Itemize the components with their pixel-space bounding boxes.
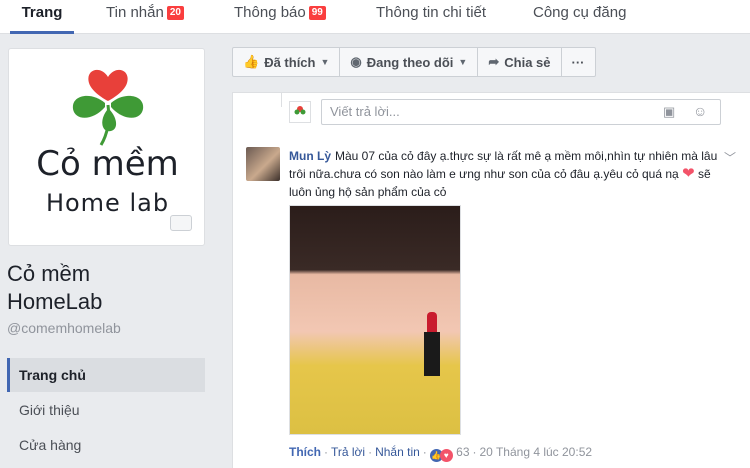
chevron-down-icon[interactable]: ﹀: [724, 149, 736, 166]
tab-notifications[interactable]: Thông báo 99: [234, 0, 326, 34]
comment-reply-link[interactable]: Trả lời: [331, 445, 365, 459]
more-icon: ···: [571, 54, 585, 70]
page-title[interactable]: Cỏ mềm HomeLab: [7, 260, 102, 316]
notifications-count-badge: 99: [308, 6, 326, 20]
camera-icon[interactable]: [170, 215, 192, 231]
liked-label: Đã thích: [264, 54, 316, 70]
liked-button[interactable]: 👍 Đã thích ▼: [233, 48, 341, 76]
clover-logo-icon: [72, 69, 144, 146]
following-button[interactable]: ◉ Đang theo dõi ▼: [340, 48, 479, 76]
comment-photo[interactable]: [289, 205, 461, 435]
comment-author[interactable]: Mun Lỳ: [289, 149, 331, 163]
logo-wordmark-bottom: Home lab: [45, 189, 170, 217]
page-action-bar: 👍 Đã thích ▼ ◉ Đang theo dõi ▼ ➦ Chia sẻ ···: [232, 47, 596, 77]
page-top-nav: Trang Tin nhắn 20 Thông báo 99 Thông tin c…: [0, 0, 750, 34]
chevron-down-icon: ▼: [458, 57, 468, 67]
tab-page[interactable]: Trang: [10, 0, 74, 34]
lipstick-image: [424, 312, 440, 376]
following-label: Đang theo dõi: [366, 54, 454, 70]
rss-icon: ◉: [350, 54, 362, 69]
logo-wordmark-top: Cỏ mềm: [36, 144, 179, 184]
page-avatar: [289, 101, 311, 123]
camera-icon[interactable]: ▣: [663, 104, 675, 120]
comment-message-link[interactable]: Nhắn tin: [375, 445, 420, 459]
post-comments-panel: Viết trả lời... ▣ ☺ Mun Lỳ Màu 07 của cỏ …: [232, 92, 750, 468]
sidebar-item-about[interactable]: Giới thiệu: [7, 393, 205, 427]
comment-like-link[interactable]: Thích: [289, 445, 321, 459]
page-sidebar: Cỏ mềm Home lab Cỏ mềm HomeLab @comemhom…: [0, 34, 217, 468]
main-content: 👍 Đã thích ▼ ◉ Đang theo dõi ▼ ➦ Chia sẻ ··· …: [217, 34, 750, 468]
emoji-icon[interactable]: ☺: [693, 103, 707, 119]
comment-actions: Thích · Trả lời · Nhắn tin · 👍 ♥ 63 · 20 Tháng 4 …: [289, 445, 593, 462]
page-title-line2: HomeLab: [7, 289, 103, 314]
comment-text-main: Màu 07 của cỏ đây ạ.thực sự là rất mê ạ …: [289, 149, 718, 181]
comment-text: Mun Lỳ Màu 07 của cỏ đây ạ.thực sự là rất…: [289, 147, 729, 201]
reply-input[interactable]: Viết trả lời...: [321, 99, 721, 125]
share-label: Chia sẻ: [504, 54, 551, 70]
tab-publishing-tools-label: Công cụ đăng: [533, 4, 627, 21]
tab-messages-label: Tin nhắn: [106, 4, 164, 21]
profile-picture[interactable]: Cỏ mềm Home lab: [8, 48, 205, 246]
share-arrow-icon: ➦: [488, 54, 500, 69]
tab-page-label: Trang: [21, 4, 63, 21]
clover-logo-icon: [294, 106, 306, 115]
tab-publishing-tools[interactable]: Công cụ đăng: [533, 0, 626, 34]
thumbs-up-icon: 👍: [243, 54, 260, 69]
tab-insights-label: Thông tin chi tiết: [376, 4, 487, 21]
chevron-down-icon: ▼: [320, 57, 330, 67]
love-reaction-icon: ♥: [439, 449, 453, 462]
heart-emoji-icon: ❤: [682, 165, 695, 182]
tab-messages[interactable]: Tin nhắn 20: [106, 0, 184, 34]
share-button[interactable]: ➦ Chia sẻ: [478, 48, 562, 76]
messages-count-badge: 20: [166, 6, 184, 20]
more-button[interactable]: ···: [562, 48, 595, 76]
comment-timestamp[interactable]: 20 Tháng 4 lúc 20:52: [480, 445, 593, 459]
tab-notifications-label: Thông báo: [234, 4, 306, 21]
sidebar-item-shop[interactable]: Cửa hàng: [7, 428, 205, 462]
avatar[interactable]: [246, 147, 280, 181]
sidebar-item-home[interactable]: Trang chủ: [7, 358, 205, 392]
reply-composer: Viết trả lời... ▣ ☺: [281, 99, 721, 127]
page-username[interactable]: @comemhomelab: [7, 320, 121, 336]
tab-insights[interactable]: Thông tin chi tiết: [376, 0, 486, 34]
page-title-line1: Cỏ mềm: [7, 261, 91, 286]
reaction-count[interactable]: 63: [456, 445, 469, 459]
